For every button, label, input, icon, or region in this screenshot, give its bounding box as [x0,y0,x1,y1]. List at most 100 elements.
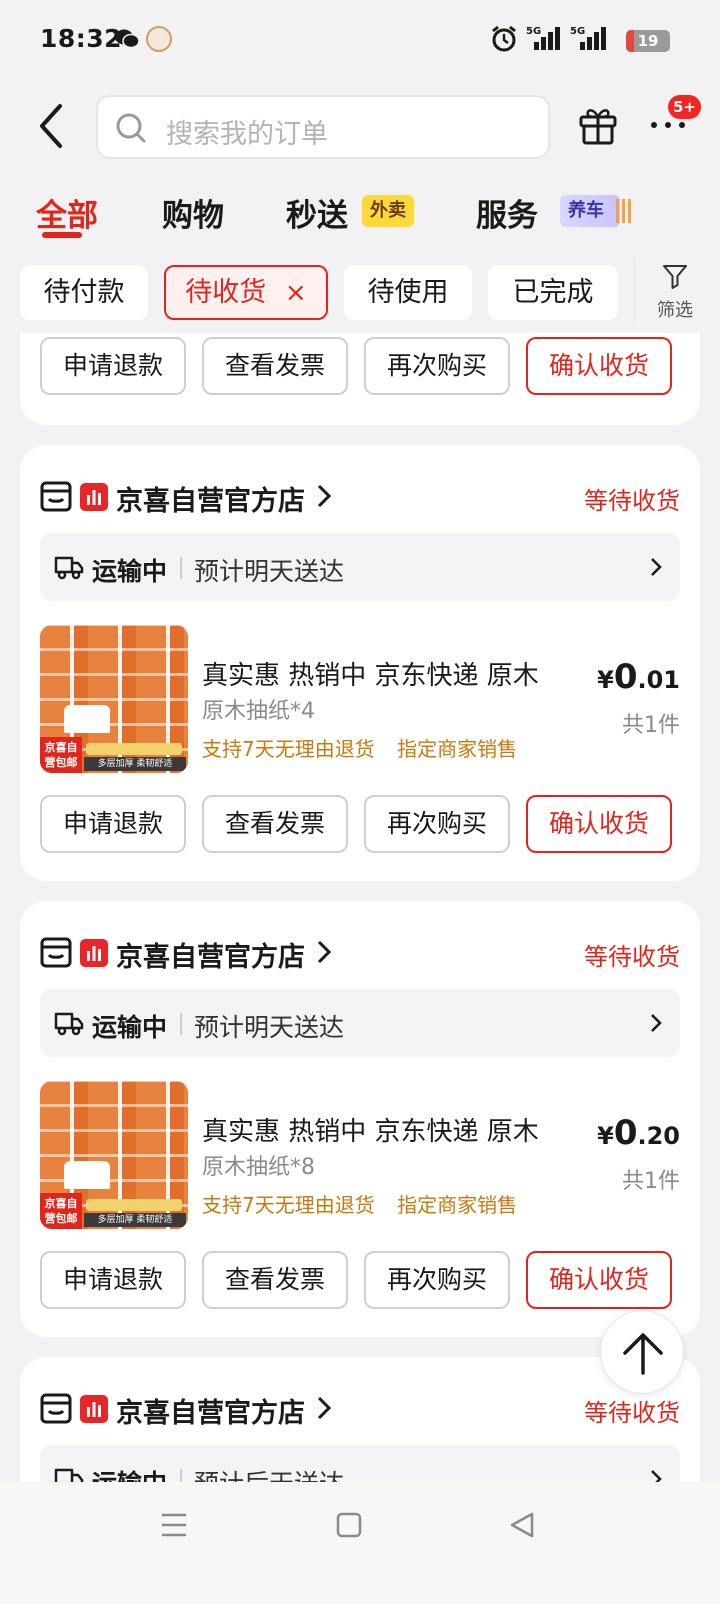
product-price: ¥0.01 [597,657,680,697]
store-row[interactable]: 京喜自营官方店 等待收货 [40,479,680,517]
home-nav-icon[interactable] [336,1510,362,1540]
request-refund-button[interactable]: 申请退款 [40,795,186,853]
order-card: 京喜自营官方店 等待收货 运输中 预计明天送达 京喜自营包邮 多层加厚 柔韧舒适… [20,901,700,1337]
svg-text:5G: 5G [570,26,585,37]
shipping-state: 运输中 [92,1013,168,1042]
shipping-eta: 预计明天送达 [194,1013,345,1042]
tag-car-care-label: 养车 [568,200,604,221]
jingxi-store-badge [80,1395,108,1423]
buy-again-button[interactable]: 再次购买 [364,337,510,395]
search-placeholder: 搜索我的订单 [166,119,328,150]
store-name: 京喜自营官方店 [116,1398,305,1429]
chip-pending-receipt-label: 待收货 [185,277,267,308]
bar-chart-logo-icon [87,1402,101,1417]
product-image[interactable]: 京喜自营包邮 多层加厚 柔韧舒适 [40,1081,188,1229]
product-spec: 原木抽纸*4 [202,699,315,724]
tab-all[interactable]: 全部 [36,190,98,235]
battery-text: 19 [637,32,659,50]
filter-button[interactable]: 筛选 [640,262,710,322]
request-refund-button[interactable]: 申请退款 [40,1251,186,1309]
chip-pending-payment[interactable]: 待付款 [20,265,148,320]
store-name: 京喜自营官方店 [116,942,305,973]
price-currency: ¥ [597,1122,614,1150]
menu-nav-icon[interactable] [160,1510,188,1540]
signal-icon-2: 5G [570,26,606,50]
order-card: 京喜自营官方店 等待收货 运输中 预计明天送达 京喜自营包邮 多层加厚 柔韧舒适… [20,445,700,881]
view-invoice-button[interactable]: 查看发票 [202,1251,348,1309]
product-spec: 原木抽纸*8 [202,1155,315,1180]
status-time: 18:32 [40,24,123,53]
buy-again-button[interactable]: 再次购买 [364,795,510,853]
wechat-icon [115,29,140,49]
price-decimal: .01 [637,666,680,694]
shipping-divider [180,1013,182,1035]
tag-takeout: 外卖 [362,195,414,227]
chip-to-use[interactable]: 待使用 [344,265,472,320]
app-notification-icon [146,26,172,52]
chevron-right-icon [317,940,332,964]
chip-pending-receipt[interactable]: 待收货 × [164,265,328,320]
product-service-tags: 支持7天无理由退货 指定商家销售 [202,733,533,762]
shipping-row[interactable]: 运输中 预计明天送达 [40,533,680,601]
store-icon [40,481,72,512]
truck-icon [54,1012,84,1036]
svg-text:5G: 5G [526,26,541,37]
shipping-divider [180,557,182,579]
confirm-receipt-button[interactable]: 确认收货 [526,337,672,395]
shipping-eta: 预计明天送达 [194,557,345,586]
view-invoice-button[interactable]: 查看发票 [202,795,348,853]
price-currency: ¥ [597,666,614,694]
gift-icon[interactable] [578,104,618,146]
price-integer: 0 [613,657,638,697]
back-to-top-button[interactable] [600,1310,684,1394]
image-red-tag: 京喜自营包邮 [40,737,82,773]
product-title[interactable]: 真实惠 热销中 京东快递 原木 [202,655,572,692]
chevron-right-icon [651,558,662,576]
jingxi-store-badge [80,483,108,511]
image-red-tag: 京喜自营包邮 [40,1193,82,1229]
shipping-state: 运输中 [92,557,168,586]
confirm-receipt-button[interactable]: 确认收货 [526,795,672,853]
alarm-icon [492,25,516,52]
battery-level [626,30,635,52]
filter-funnel-icon [663,265,687,289]
back-nav-icon[interactable] [508,1510,536,1540]
item-count: 共1件 [622,1169,680,1194]
store-row[interactable]: 京喜自营官方店 等待收货 [40,935,680,973]
tag-stripes [616,199,632,223]
store-row[interactable]: 京喜自营官方店 等待收货 [40,1391,680,1429]
chip-close-icon[interactable]: × [285,278,307,308]
back-arrow-icon[interactable] [30,100,74,152]
shipping-row[interactable]: 运输中 预计明天送达 [40,989,680,1057]
tab-delivery[interactable]: 秒送 [286,190,348,235]
request-refund-button[interactable]: 申请退款 [40,337,186,395]
chevron-right-icon [317,1396,332,1420]
service-tag: 指定商家销售 [397,1193,518,1217]
price-integer: 0 [613,1113,638,1153]
image-bottom-strip: 多层加厚 柔韧舒适 [84,757,186,771]
filter-divider [634,258,635,322]
status-bar: 18:32 5G 5G 19 [0,0,720,80]
price-decimal: .20 [637,1122,680,1150]
order-status: 等待收货 [584,943,680,971]
message-badge: 5+ [668,95,702,119]
image-yellow-strip [86,1199,182,1211]
chevron-right-icon [317,484,332,508]
order-card-partial: 申请退款 查看发票 再次购买 确认收货 [20,333,700,425]
filter-label: 筛选 [657,300,693,321]
truck-icon [54,556,84,580]
order-status: 等待收货 [584,1399,680,1427]
product-title[interactable]: 真实惠 热销中 京东快递 原木 [202,1111,572,1148]
tab-services[interactable]: 服务 [476,190,538,235]
product-price: ¥0.20 [597,1113,680,1153]
product-image[interactable]: 京喜自营包邮 多层加厚 柔韧舒适 [40,625,188,773]
service-tag: 支持7天无理由退货 [202,737,375,761]
tissue-sheet [64,705,110,733]
buy-again-button[interactable]: 再次购买 [364,1251,510,1309]
chip-completed[interactable]: 已完成 [488,265,618,320]
bar-chart-logo-icon [87,946,101,961]
search-input[interactable]: 搜索我的订单 [96,95,550,159]
confirm-receipt-button[interactable]: 确认收货 [526,1251,672,1309]
tab-shopping[interactable]: 购物 [162,190,224,235]
view-invoice-button[interactable]: 查看发票 [202,337,348,395]
